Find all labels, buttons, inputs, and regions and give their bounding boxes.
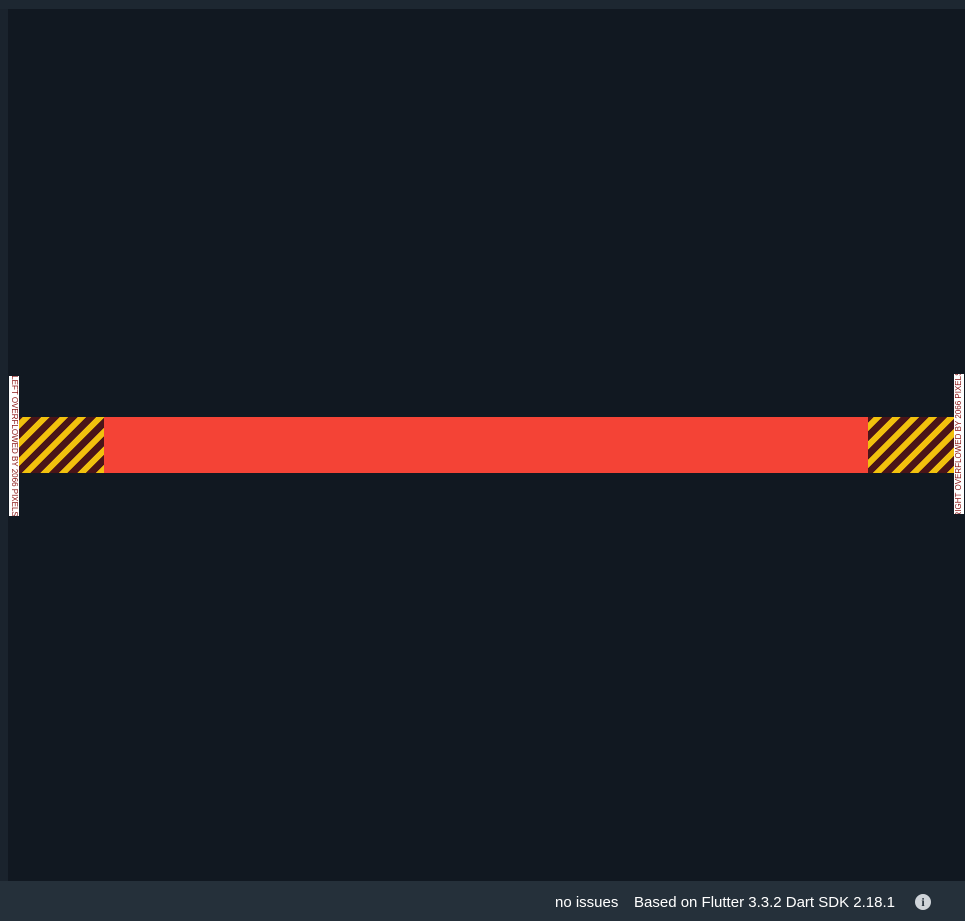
app-window: LEFT OVERFLOWED BY 2066 PIXELS RIGHT OVE… (0, 0, 965, 921)
status-bar: no issues Based on Flutter 3.3.2 Dart SD… (0, 881, 965, 921)
left-overflow-warning: LEFT OVERFLOWED BY 2066 PIXELS (9, 376, 19, 516)
right-overflow-stripes (868, 417, 955, 473)
sdk-version-info: Based on Flutter 3.3.2 Dart SDK 2.18.1 (634, 894, 895, 911)
issues-status[interactable]: no issues (555, 881, 618, 921)
overflowed-row (18, 417, 955, 473)
top-toolbar-strip (0, 0, 965, 9)
left-overflow-stripes (18, 417, 104, 473)
right-overflow-warning-text: RIGHT OVERFLOWED BY 2066 PIXELS (954, 374, 963, 514)
left-panel-edge (0, 9, 8, 881)
info-icon[interactable]: i (915, 894, 931, 910)
left-overflow-warning-text: LEFT OVERFLOWED BY 2066 PIXELS (10, 376, 19, 516)
overflowed-red-container (104, 417, 868, 473)
right-overflow-warning: RIGHT OVERFLOWED BY 2066 PIXELS (954, 374, 964, 514)
